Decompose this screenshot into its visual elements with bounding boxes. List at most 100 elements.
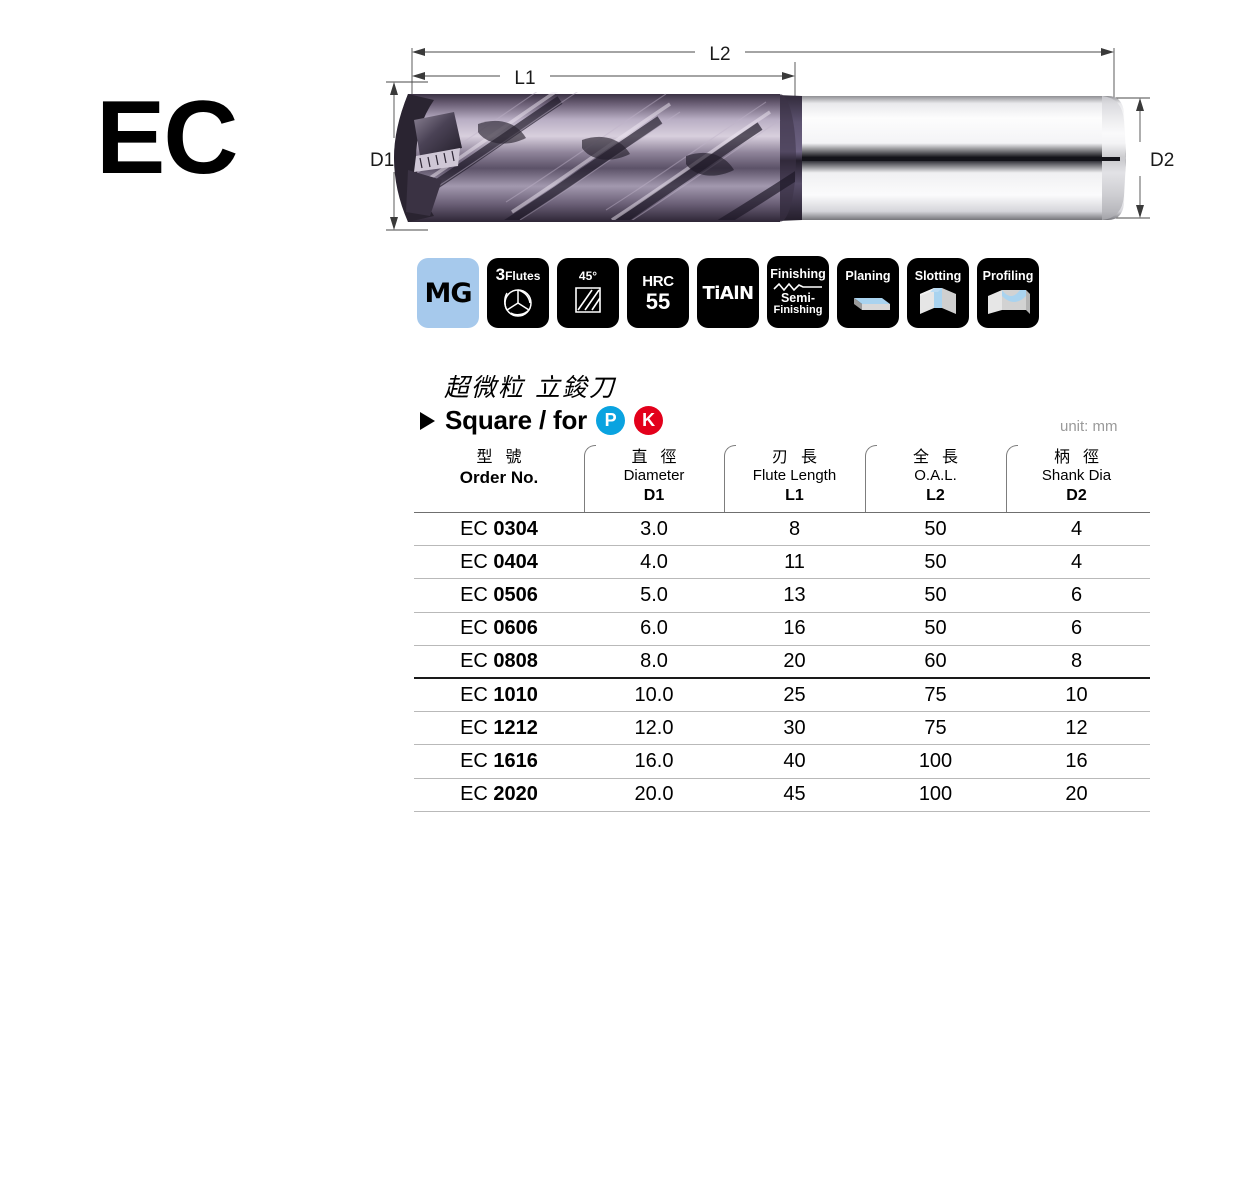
cell-order-no: EC 2020 bbox=[414, 783, 584, 806]
cell-shank-dia: 6 bbox=[1070, 583, 1083, 606]
hrc-label: HRC bbox=[642, 273, 674, 290]
badge-helix-label: 45° bbox=[578, 268, 598, 283]
order-prefix: EC bbox=[460, 617, 494, 640]
badge-coating: TiAlN bbox=[697, 258, 759, 328]
planing-label: Planing bbox=[845, 269, 891, 284]
column-header-diameter: 直 徑 Diameter D1 bbox=[584, 441, 724, 513]
feature-badges: MG 3Flutes 45° HRC 55 TiAlN Finishing Se… bbox=[417, 256, 1039, 328]
cell-diameter: 20.0 bbox=[634, 783, 674, 806]
cell-oal: 50 bbox=[924, 550, 947, 573]
helix-angle-icon bbox=[575, 287, 601, 314]
badge-mg-label: MG bbox=[424, 277, 472, 309]
order-prefix: EC bbox=[460, 783, 494, 806]
cell-shank-dia: 6 bbox=[1070, 617, 1083, 640]
flute-count: 3 bbox=[495, 265, 506, 285]
cell-diameter: 5.0 bbox=[640, 583, 668, 606]
cell-order-no: EC 1212 bbox=[414, 717, 584, 740]
finishing-bottom: Finishing bbox=[773, 303, 823, 316]
cell-order-no: EC 1010 bbox=[414, 684, 584, 707]
order-prefix: EC bbox=[460, 517, 494, 540]
coating-label: TiAlN bbox=[702, 282, 754, 304]
tool-shank bbox=[780, 96, 1126, 220]
order-number: 0404 bbox=[493, 550, 538, 573]
cell-shank-dia: 10 bbox=[1065, 683, 1088, 706]
cell-shank-dia: 4 bbox=[1070, 550, 1083, 573]
cell-flute-length: 20 bbox=[783, 649, 806, 672]
flute-word: Flutes bbox=[505, 269, 541, 284]
header-rule bbox=[414, 512, 1150, 513]
order-prefix: EC bbox=[460, 583, 494, 606]
col3-code: L2 bbox=[926, 486, 945, 504]
column-header-shank-dia: 柄 徑 Shank Dia D2 bbox=[1006, 441, 1147, 513]
table-body: EC 0304 3.0 8 50 4 EC 0404 4.0 11 50 4 EC 0506 5.0 1… bbox=[414, 513, 1150, 812]
header-divider bbox=[1006, 445, 1018, 513]
profiling-icon bbox=[988, 289, 1030, 314]
cell-flute-length: 45 bbox=[783, 783, 806, 806]
finishing-top: Finishing bbox=[770, 266, 826, 281]
cell-order-no: EC 0304 bbox=[414, 518, 584, 541]
col3-en: O.A.L. bbox=[914, 467, 957, 484]
cell-shank-dia: 12 bbox=[1065, 716, 1088, 739]
cell-flute-length: 8 bbox=[788, 517, 801, 540]
material-badge-p: P bbox=[596, 406, 626, 435]
order-number: 0506 bbox=[493, 583, 538, 606]
order-prefix: EC bbox=[460, 716, 494, 739]
cell-oal: 75 bbox=[924, 683, 947, 706]
cell-flute-length: 25 bbox=[783, 683, 806, 706]
three-flute-icon bbox=[504, 289, 532, 317]
catalog-page: EC L2 L1 D1 D2 MG 3Flutes 45° HRC 55 TiA… bbox=[0, 0, 1242, 1182]
cell-order-no: EC 0606 bbox=[414, 617, 584, 640]
hrc-value: 55 bbox=[645, 289, 671, 314]
col4-code: D2 bbox=[1066, 486, 1087, 504]
series-code: EC bbox=[96, 80, 238, 196]
col4-en: Shank Dia bbox=[1041, 467, 1112, 484]
cell-flute-length: 13 bbox=[783, 583, 806, 606]
cell-flute-length: 16 bbox=[783, 617, 806, 640]
col2-en: Flute Length bbox=[752, 467, 837, 484]
table-row: EC 1616 16.0 40 100 16 bbox=[414, 745, 1150, 779]
cell-shank-dia: 16 bbox=[1065, 749, 1088, 772]
column-header-order-no: 型 號 Order No. bbox=[414, 441, 584, 513]
planing-icon bbox=[854, 297, 890, 310]
cell-oal: 50 bbox=[924, 617, 947, 640]
badge-mg: MG bbox=[417, 258, 479, 328]
cell-flute-length: 11 bbox=[784, 550, 805, 573]
unit-note: unit: mm bbox=[1060, 418, 1118, 435]
col4-cn: 柄 徑 bbox=[1053, 447, 1104, 466]
tool-flutes bbox=[394, 92, 795, 222]
col0-en: Order No. bbox=[459, 468, 539, 487]
cell-oal: 50 bbox=[924, 517, 947, 540]
col1-en: Diameter bbox=[623, 467, 685, 484]
badge-slotting: Slotting bbox=[907, 258, 969, 328]
header-divider bbox=[865, 445, 877, 513]
table-row: EC 0808 8.0 20 60 8 bbox=[414, 646, 1150, 679]
badge-finishing: Finishing Semi- Finishing bbox=[767, 256, 829, 328]
slotting-icon bbox=[920, 287, 956, 314]
order-number: 2020 bbox=[493, 783, 538, 806]
product-drawing: L2 L1 D1 D2 bbox=[350, 20, 1200, 245]
dim-label-l2: L2 bbox=[709, 44, 730, 65]
order-number: 0606 bbox=[493, 617, 538, 640]
cell-flute-length: 40 bbox=[783, 749, 806, 772]
cell-oal: 100 bbox=[918, 749, 953, 772]
cell-oal: 100 bbox=[918, 783, 953, 806]
cell-diameter: 4.0 bbox=[640, 550, 668, 573]
cell-diameter: 10.0 bbox=[634, 683, 674, 706]
cell-oal: 60 bbox=[924, 649, 947, 672]
subtype-label: Square / for bbox=[445, 405, 588, 435]
spec-table: 型 號 Order No. 直 徑 Diameter D1 刃 長 Flute … bbox=[414, 441, 1150, 812]
end-mill-illustration: L2 L1 D1 D2 bbox=[370, 44, 1174, 231]
cell-order-no: EC 0506 bbox=[414, 584, 584, 607]
table-row: EC 0404 4.0 11 50 4 bbox=[414, 546, 1150, 580]
cell-shank-dia: 8 bbox=[1070, 649, 1083, 672]
profiling-label: Profiling bbox=[982, 269, 1034, 284]
chinese-heading: 超微粒 立鋑刀 bbox=[444, 373, 616, 402]
cell-shank-dia: 4 bbox=[1070, 517, 1083, 540]
table-row: EC 2020 20.0 45 100 20 bbox=[414, 779, 1150, 812]
order-prefix: EC bbox=[460, 649, 494, 672]
dim-label-d2: D2 bbox=[1150, 150, 1174, 171]
cell-diameter: 8.0 bbox=[640, 649, 668, 672]
cell-flute-length: 30 bbox=[783, 716, 806, 739]
badge-flutes: 3Flutes bbox=[487, 258, 549, 328]
cell-order-no: EC 0808 bbox=[414, 650, 584, 673]
